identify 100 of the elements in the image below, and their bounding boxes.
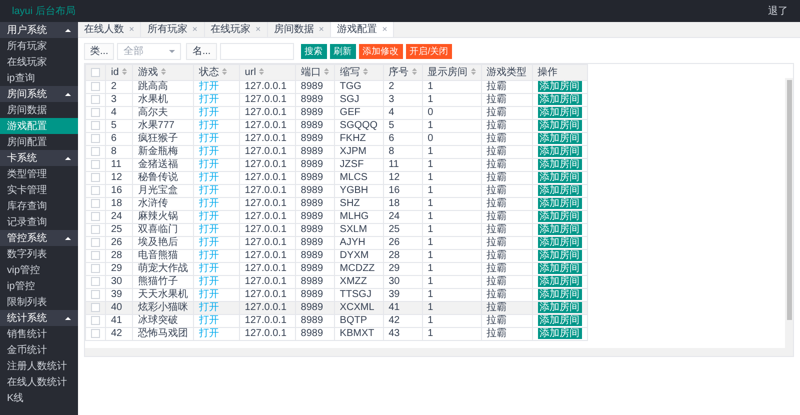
table-row[interactable]: 39 天天水果机 打开 127.0.0.1 8989 TTSGJ 39 1 拉霸 添加房间 <box>86 288 588 302</box>
checkbox[interactable] <box>91 250 100 260</box>
table-row[interactable]: 25 双喜临门 打开 127.0.0.1 8989 SXLM 25 1 拉霸 添加房间 <box>86 224 588 236</box>
table-row[interactable]: 8 新金瓶梅 打开 127.0.0.1 8989 XJPM 8 1 拉霸 添加房间 <box>86 146 588 158</box>
table-row[interactable]: 5 水果777 打开 127.0.0.1 8989 SGQQQ 5 1 拉霸 添加房间 <box>86 120 588 132</box>
sidebar-group-header[interactable]: 统计系统 <box>0 310 78 326</box>
table-row[interactable]: 6 疯狂猴子 打开 127.0.0.1 8989 FKHZ 6 0 拉霸 添加房间 <box>86 132 588 146</box>
add-room-button[interactable]: 添加房间 <box>538 328 582 340</box>
checkbox[interactable] <box>91 264 100 273</box>
add-room-button[interactable]: 添加房间 <box>538 81 582 92</box>
add-room-button[interactable]: 添加房间 <box>538 276 582 288</box>
table-row[interactable]: 28 电音熊猫 打开 127.0.0.1 8989 DYXM 28 1 拉霸 添加房间 <box>86 250 588 262</box>
sidebar-item[interactable]: 所有玩家 <box>0 38 78 54</box>
add-room-button[interactable]: 添加房间 <box>538 302 582 314</box>
add-room-button[interactable]: 添加房间 <box>538 315 582 326</box>
checkbox[interactable] <box>91 82 100 91</box>
checkbox[interactable] <box>91 198 100 208</box>
close-icon[interactable]: × <box>382 22 388 36</box>
sidebar-item[interactable]: 库存查询 <box>0 198 78 214</box>
add-room-button[interactable]: 添加房间 <box>538 133 582 144</box>
sidebar-item[interactable]: ip管控 <box>0 278 78 294</box>
checkbox[interactable] <box>91 94 100 104</box>
table-row[interactable]: 24 麻辣火锅 打开 127.0.0.1 8989 MLHG 24 1 拉霸 添加房间 <box>86 210 588 224</box>
sort-icon[interactable] <box>470 68 476 76</box>
toolbar-button[interactable]: 开启/关闭 <box>406 44 452 59</box>
checkbox[interactable] <box>91 276 100 286</box>
add-room-button[interactable]: 添加房间 <box>538 289 582 300</box>
checkbox[interactable] <box>91 290 100 299</box>
sidebar-item[interactable]: ip查询 <box>0 70 78 86</box>
add-room-button[interactable]: 添加房间 <box>538 172 582 184</box>
sidebar-item[interactable]: 游戏配置 <box>0 118 78 134</box>
sidebar-item[interactable]: 销售统计 <box>0 326 78 342</box>
close-icon[interactable]: × <box>129 22 134 36</box>
table-row[interactable]: 29 萌宠大作战 打开 127.0.0.1 8989 MCDZZ 29 1 拉霸 添加房间 <box>86 262 588 276</box>
sort-icon[interactable] <box>160 68 166 76</box>
checkbox[interactable] <box>91 302 100 312</box>
add-room-button[interactable]: 添加房间 <box>538 94 582 106</box>
table-row[interactable]: 30 熊猫竹子 打开 127.0.0.1 8989 XMZZ 30 1 拉霸 添加房间 <box>86 276 588 288</box>
tab[interactable]: 游戏配置 × <box>331 22 394 37</box>
sidebar-item[interactable]: 类型管理 <box>0 166 78 182</box>
sort-icon[interactable] <box>122 68 127 76</box>
add-room-button[interactable]: 添加房间 <box>538 159 582 170</box>
checkbox[interactable] <box>91 108 100 117</box>
toolbar-button[interactable]: 添加修改 <box>358 44 403 59</box>
checkbox[interactable] <box>91 68 100 77</box>
logout-link[interactable]: 退了 <box>768 4 788 18</box>
name-input-field[interactable] <box>220 43 294 60</box>
sort-icon[interactable] <box>412 68 417 76</box>
table-row[interactable]: 4 高尔夫 打开 127.0.0.1 8989 GEF 4 0 拉霸 添加房间 <box>86 106 588 120</box>
scrollbar[interactable] <box>785 78 793 348</box>
add-room-button[interactable]: 添加房间 <box>538 263 582 274</box>
sort-icon[interactable] <box>324 68 329 76</box>
sidebar-item[interactable]: 在线人数统计 <box>0 374 78 390</box>
table-row[interactable]: 26 埃及艳后 打开 127.0.0.1 8989 AJYH 26 1 拉霸 添加房间 <box>86 236 588 250</box>
table-row[interactable]: 3 水果机 打开 127.0.0.1 8989 SGJ 3 1 拉霸 添加房间 <box>86 94 588 106</box>
scrollbar[interactable] <box>85 348 793 356</box>
sidebar-item[interactable]: 注册人数统计 <box>0 358 78 374</box>
sidebar-item[interactable]: 数字列表 <box>0 246 78 262</box>
checkbox[interactable] <box>91 134 100 143</box>
table-row[interactable]: 40 炫彩小猫咪 打开 127.0.0.1 8989 XCXML 41 1 拉霸 添加房间 <box>86 302 588 314</box>
sidebar-item[interactable]: 在线玩家 <box>0 54 78 70</box>
sidebar-group-header[interactable]: 卡系统 <box>0 150 78 166</box>
add-room-button[interactable]: 添加房间 <box>538 198 582 210</box>
checkbox[interactable] <box>91 328 100 338</box>
checkbox[interactable] <box>91 186 100 195</box>
sidebar-item[interactable]: K线 <box>0 390 78 406</box>
sidebar-group-header[interactable]: 管控系统 <box>0 230 78 246</box>
checkbox[interactable] <box>91 160 100 169</box>
table-row[interactable]: 11 金猪送福 打开 127.0.0.1 8989 JZSF 11 1 拉霸 添加房间 <box>86 158 588 172</box>
table-row[interactable]: 42 恐怖马戏团 打开 127.0.0.1 8989 KBMXT 43 1 拉霸 添加房间 <box>86 328 588 340</box>
sidebar-item[interactable]: 房间数据 <box>0 102 78 118</box>
sort-icon[interactable] <box>362 68 368 76</box>
sidebar-item[interactable]: 记录查询 <box>0 214 78 230</box>
toolbar-button[interactable]: 搜索 <box>300 44 327 59</box>
add-room-button[interactable]: 添加房间 <box>538 211 582 222</box>
table-row[interactable]: 16 月光宝盒 打开 127.0.0.1 8989 YGBH 16 1 拉霸 添加房间 <box>86 184 588 198</box>
checkbox[interactable] <box>91 120 100 130</box>
sidebar-group-header[interactable]: 房间系统 <box>0 86 78 102</box>
table-row[interactable]: 2 跳高高 打开 127.0.0.1 8989 TGG 2 1 拉霸 添加房间 <box>86 80 588 94</box>
table-row[interactable]: 12 秘鲁传说 打开 127.0.0.1 8989 MLCS 12 1 拉霸 添加房间 <box>86 172 588 184</box>
add-room-button[interactable]: 添加房间 <box>538 120 582 132</box>
add-room-button[interactable]: 添加房间 <box>538 237 582 248</box>
sidebar-item[interactable]: 房间配置 <box>0 134 78 150</box>
sidebar-item[interactable]: 金币统计 <box>0 342 78 358</box>
sort-icon[interactable] <box>222 68 227 76</box>
checkbox[interactable] <box>91 172 100 182</box>
add-room-button[interactable]: 添加房间 <box>538 146 582 158</box>
add-room-button[interactable]: 添加房间 <box>538 107 582 118</box>
add-room-button[interactable]: 添加房间 <box>538 250 582 262</box>
add-room-button[interactable]: 添加房间 <box>538 185 582 196</box>
toolbar-button[interactable]: 刷新 <box>330 44 356 59</box>
table-row[interactable]: 18 水浒传 打开 127.0.0.1 8989 SHZ 18 1 拉霸 添加房间 <box>86 198 588 210</box>
checkbox[interactable] <box>91 316 100 325</box>
table-row[interactable]: 41 冰球突破 打开 127.0.0.1 8989 BQTP 42 1 拉霸 添加房间 <box>86 314 588 328</box>
checkbox[interactable] <box>91 224 100 234</box>
checkbox[interactable] <box>91 212 100 221</box>
add-room-button[interactable]: 添加房间 <box>538 224 582 236</box>
type-dropdown[interactable]: 全部 <box>117 43 182 60</box>
sort-icon[interactable] <box>258 68 264 76</box>
checkbox[interactable] <box>91 146 100 156</box>
